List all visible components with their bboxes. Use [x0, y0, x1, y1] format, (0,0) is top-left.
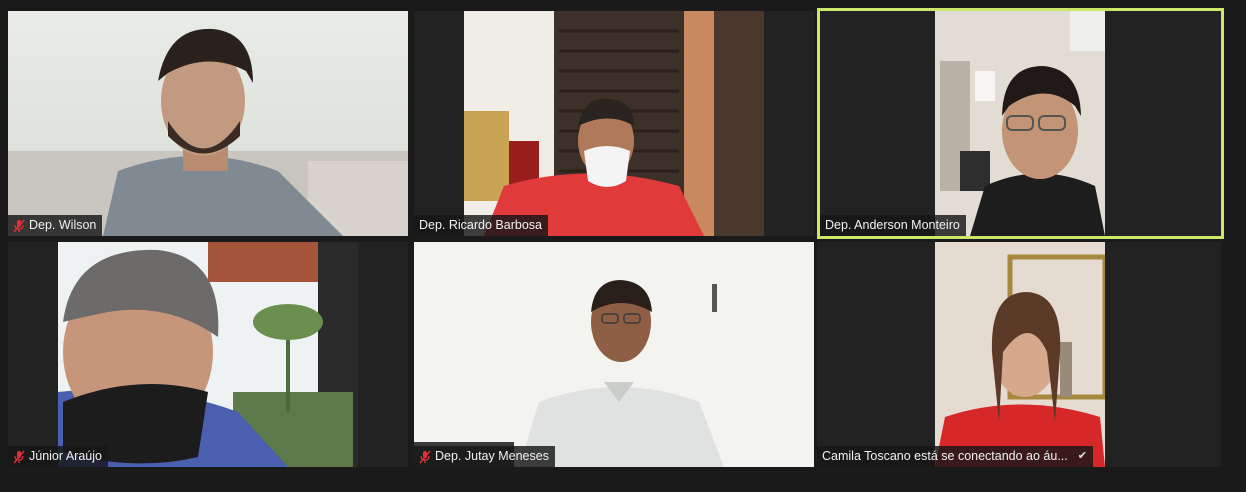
participant-name: Dep. Wilson — [29, 218, 97, 232]
video-scene — [8, 28, 408, 236]
muted-mic-icon — [419, 450, 431, 463]
participant-name-tag: Dep. Anderson Monteiro — [820, 215, 966, 236]
participant-name: Dep. Anderson Monteiro — [825, 218, 960, 232]
muted-mic-icon — [13, 219, 25, 232]
video-tile-wilson[interactable]: Dep. Wilson — [8, 11, 408, 236]
video-feed — [464, 11, 764, 236]
participant-name: Camila Toscano está se conectando ao áu.… — [822, 449, 1068, 463]
video-feed — [414, 242, 814, 467]
video-feed — [8, 11, 408, 236]
video-feed — [58, 242, 358, 467]
video-tile-junior-araujo[interactable]: Júnior Araújo — [8, 242, 408, 467]
video-tile-ricardo-barbosa[interactable]: Dep. Ricardo Barbosa — [414, 11, 814, 236]
video-scene — [58, 242, 358, 467]
checkmark-icon: ✔ — [1077, 450, 1087, 462]
video-feed — [935, 242, 1105, 467]
video-tile-jutay-meneses[interactable]: Dep. Jutay Meneses — [414, 242, 814, 467]
participant-name: Júnior Araújo — [29, 449, 102, 463]
participant-name: Dep. Jutay Meneses — [435, 449, 549, 463]
muted-mic-icon — [13, 450, 25, 463]
video-tile-camila-toscano[interactable]: Camila Toscano está se conectando ao áu.… — [817, 242, 1221, 467]
video-scene — [935, 11, 1105, 236]
video-tile-anderson-monteiro[interactable]: Dep. Anderson Monteiro — [817, 8, 1224, 239]
video-scene — [464, 11, 764, 236]
participant-name-tag: Júnior Araújo — [8, 446, 108, 467]
participant-name-tag: Dep. Wilson — [8, 215, 103, 236]
participant-name-tag: Camila Toscano está se conectando ao áu.… — [817, 446, 1093, 467]
video-feed — [935, 11, 1105, 236]
video-scene — [935, 242, 1105, 467]
video-scene — [414, 242, 814, 467]
participant-name: Dep. Ricardo Barbosa — [419, 218, 542, 232]
participant-name-tag: Dep. Ricardo Barbosa — [414, 215, 548, 236]
participant-name-tag: Dep. Jutay Meneses — [414, 446, 555, 467]
